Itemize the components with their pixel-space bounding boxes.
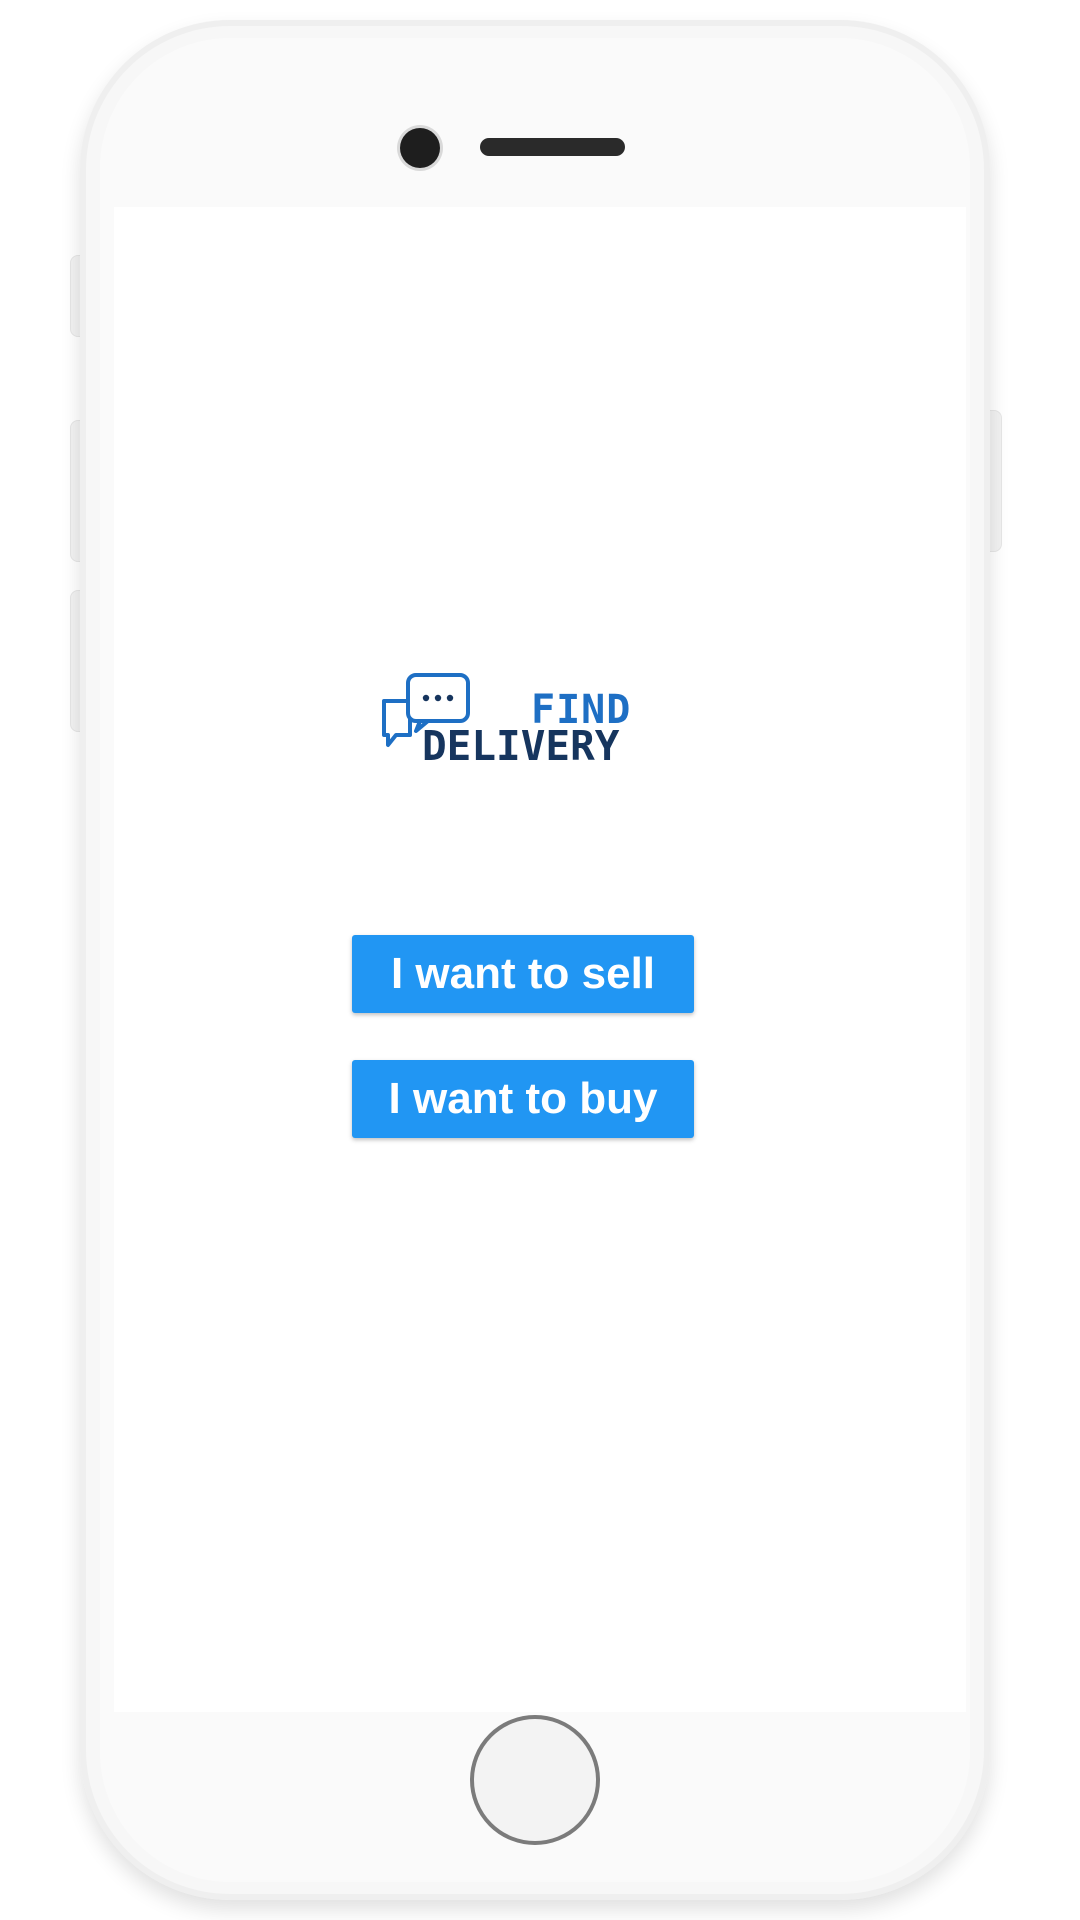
app-screen: FIND DELIVERY I want to sell I want to b… — [114, 207, 966, 1712]
buy-button[interactable]: I want to buy — [352, 1060, 694, 1138]
home-button-icon[interactable] — [470, 1715, 600, 1845]
speaker-grille-icon — [480, 138, 625, 156]
find-delivery-logo: FIND DELIVERY — [376, 669, 676, 779]
logo-text-delivery: DELIVERY — [422, 722, 620, 770]
sell-button[interactable]: I want to sell — [352, 935, 694, 1013]
device-stage: FIND DELIVERY I want to sell I want to b… — [0, 0, 1080, 1920]
front-camera-icon — [400, 128, 440, 168]
